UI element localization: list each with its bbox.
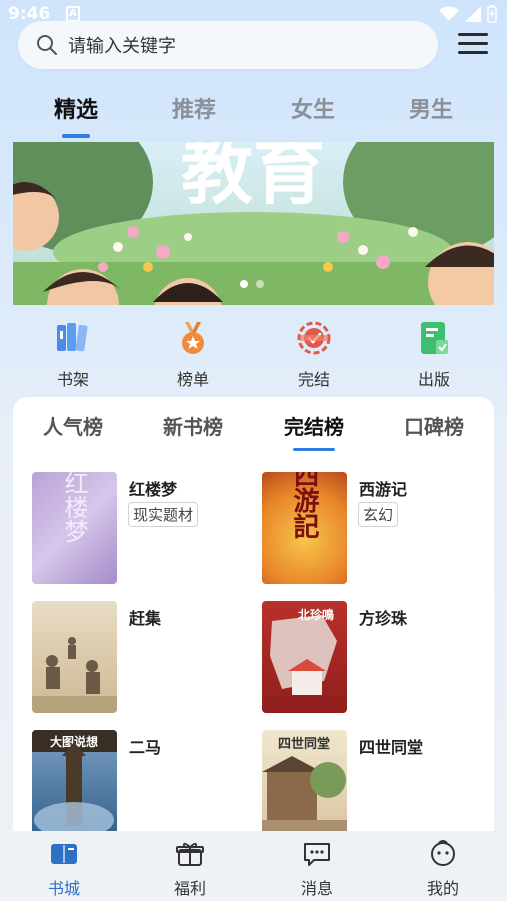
nav-book-city[interactable]: 书城 bbox=[24, 839, 104, 899]
book-title: 二马 bbox=[129, 738, 162, 757]
nav-profile[interactable]: 我的 bbox=[403, 839, 483, 899]
rank-tab-popular[interactable]: 人气榜 bbox=[13, 411, 133, 440]
book-city-icon bbox=[51, 844, 77, 864]
battery-icon bbox=[487, 5, 497, 23]
book-card[interactable]: 赶集 bbox=[32, 601, 262, 716]
quick-nav-label: 书架 bbox=[56, 370, 89, 389]
quick-nav-publish[interactable]: 出版 bbox=[394, 318, 474, 390]
book-cover: 四世同堂 bbox=[262, 730, 347, 837]
quick-nav-ranking[interactable]: 榜单 bbox=[153, 318, 233, 390]
nav-label: 我的 bbox=[426, 879, 459, 898]
quick-nav-bookshelf[interactable]: 书架 bbox=[33, 318, 113, 390]
gift-icon bbox=[176, 842, 204, 866]
banner-dot-active bbox=[240, 280, 248, 288]
notification-a-icon: A bbox=[66, 6, 80, 22]
quick-nav-label: 完结 bbox=[297, 370, 330, 389]
book-title: 红楼梦 bbox=[129, 480, 178, 499]
cover-title-text: 北珍鳴 bbox=[298, 607, 334, 622]
book-cover: 西游記 bbox=[262, 472, 347, 584]
bookshelf-icon bbox=[57, 323, 88, 352]
cover-title-text: 红楼梦 bbox=[60, 472, 88, 543]
signal-icon bbox=[465, 6, 481, 22]
nav-label: 消息 bbox=[300, 879, 333, 898]
bottom-nav: 书城 福利 消息 我的 bbox=[0, 831, 507, 901]
nav-label: 福利 bbox=[173, 879, 206, 898]
search-placeholder: 请输入关键字 bbox=[68, 36, 176, 57]
tab-recommended[interactable]: 推荐 bbox=[144, 92, 244, 124]
search-input[interactable]: 请输入关键字 bbox=[18, 21, 438, 69]
tab-female[interactable]: 女生 bbox=[263, 92, 363, 124]
rank-tab-completed[interactable]: 完结榜 bbox=[254, 411, 374, 440]
rank-tab-indicator bbox=[293, 448, 335, 451]
banner-dot bbox=[256, 280, 264, 288]
quick-nav-label: 榜单 bbox=[176, 370, 209, 389]
rank-tab-new[interactable]: 新书榜 bbox=[133, 411, 253, 440]
quick-nav: 书架 榜单 完结 出版 bbox=[0, 318, 507, 390]
book-title: 西游记 bbox=[359, 480, 408, 499]
completed-badge-icon bbox=[297, 321, 331, 355]
banner-pagination bbox=[240, 280, 264, 288]
book-tag: 玄幻 bbox=[358, 502, 399, 527]
publish-book-icon bbox=[421, 322, 448, 354]
status-icons bbox=[439, 5, 497, 23]
banner-headline: 教育 bbox=[181, 142, 325, 214]
search-icon bbox=[37, 35, 57, 55]
book-card[interactable]: 大图说想 二马 bbox=[32, 730, 262, 837]
cover-title-text: 四世同堂 bbox=[278, 736, 330, 752]
tab-male[interactable]: 男生 bbox=[381, 92, 481, 124]
wifi-icon bbox=[439, 6, 459, 21]
ranking-panel: 人气榜 新书榜 完结榜 口碑榜 红楼梦 红楼梦 现实题材 西游記 西游记 玄幻 … bbox=[13, 397, 494, 837]
book-tag: 现实题材 bbox=[128, 502, 199, 527]
book-card[interactable]: 北珍鳴 方珍珠 bbox=[262, 601, 492, 716]
book-cover: 北珍鳴 bbox=[262, 601, 347, 713]
quick-nav-completed[interactable]: 完结 bbox=[274, 318, 354, 390]
cover-title-text: 西游記 bbox=[289, 472, 319, 539]
menu-icon[interactable] bbox=[458, 33, 488, 57]
rank-tab-reputation[interactable]: 口碑榜 bbox=[374, 411, 494, 440]
book-card[interactable]: 西游記 西游记 玄幻 bbox=[262, 472, 492, 587]
nav-welfare[interactable]: 福利 bbox=[150, 839, 230, 899]
book-title: 四世同堂 bbox=[359, 738, 424, 757]
profile-icon bbox=[431, 840, 455, 866]
quick-nav-label: 出版 bbox=[417, 370, 450, 389]
tab-featured[interactable]: 精选 bbox=[26, 92, 126, 124]
book-card[interactable]: 四世同堂 四世同堂 bbox=[262, 730, 492, 837]
book-cover: 大图说想 bbox=[32, 730, 117, 837]
nav-messages[interactable]: 消息 bbox=[277, 839, 357, 899]
book-cover: 红楼梦 bbox=[32, 472, 117, 584]
book-card[interactable]: 红楼梦 红楼梦 现实题材 bbox=[32, 472, 262, 587]
active-tab-indicator bbox=[62, 134, 90, 138]
nav-label: 书城 bbox=[47, 879, 80, 898]
medal-icon bbox=[182, 322, 204, 354]
book-title: 赶集 bbox=[129, 609, 162, 628]
book-cover bbox=[32, 601, 117, 713]
message-icon bbox=[304, 843, 330, 866]
book-title: 方珍珠 bbox=[359, 609, 408, 628]
